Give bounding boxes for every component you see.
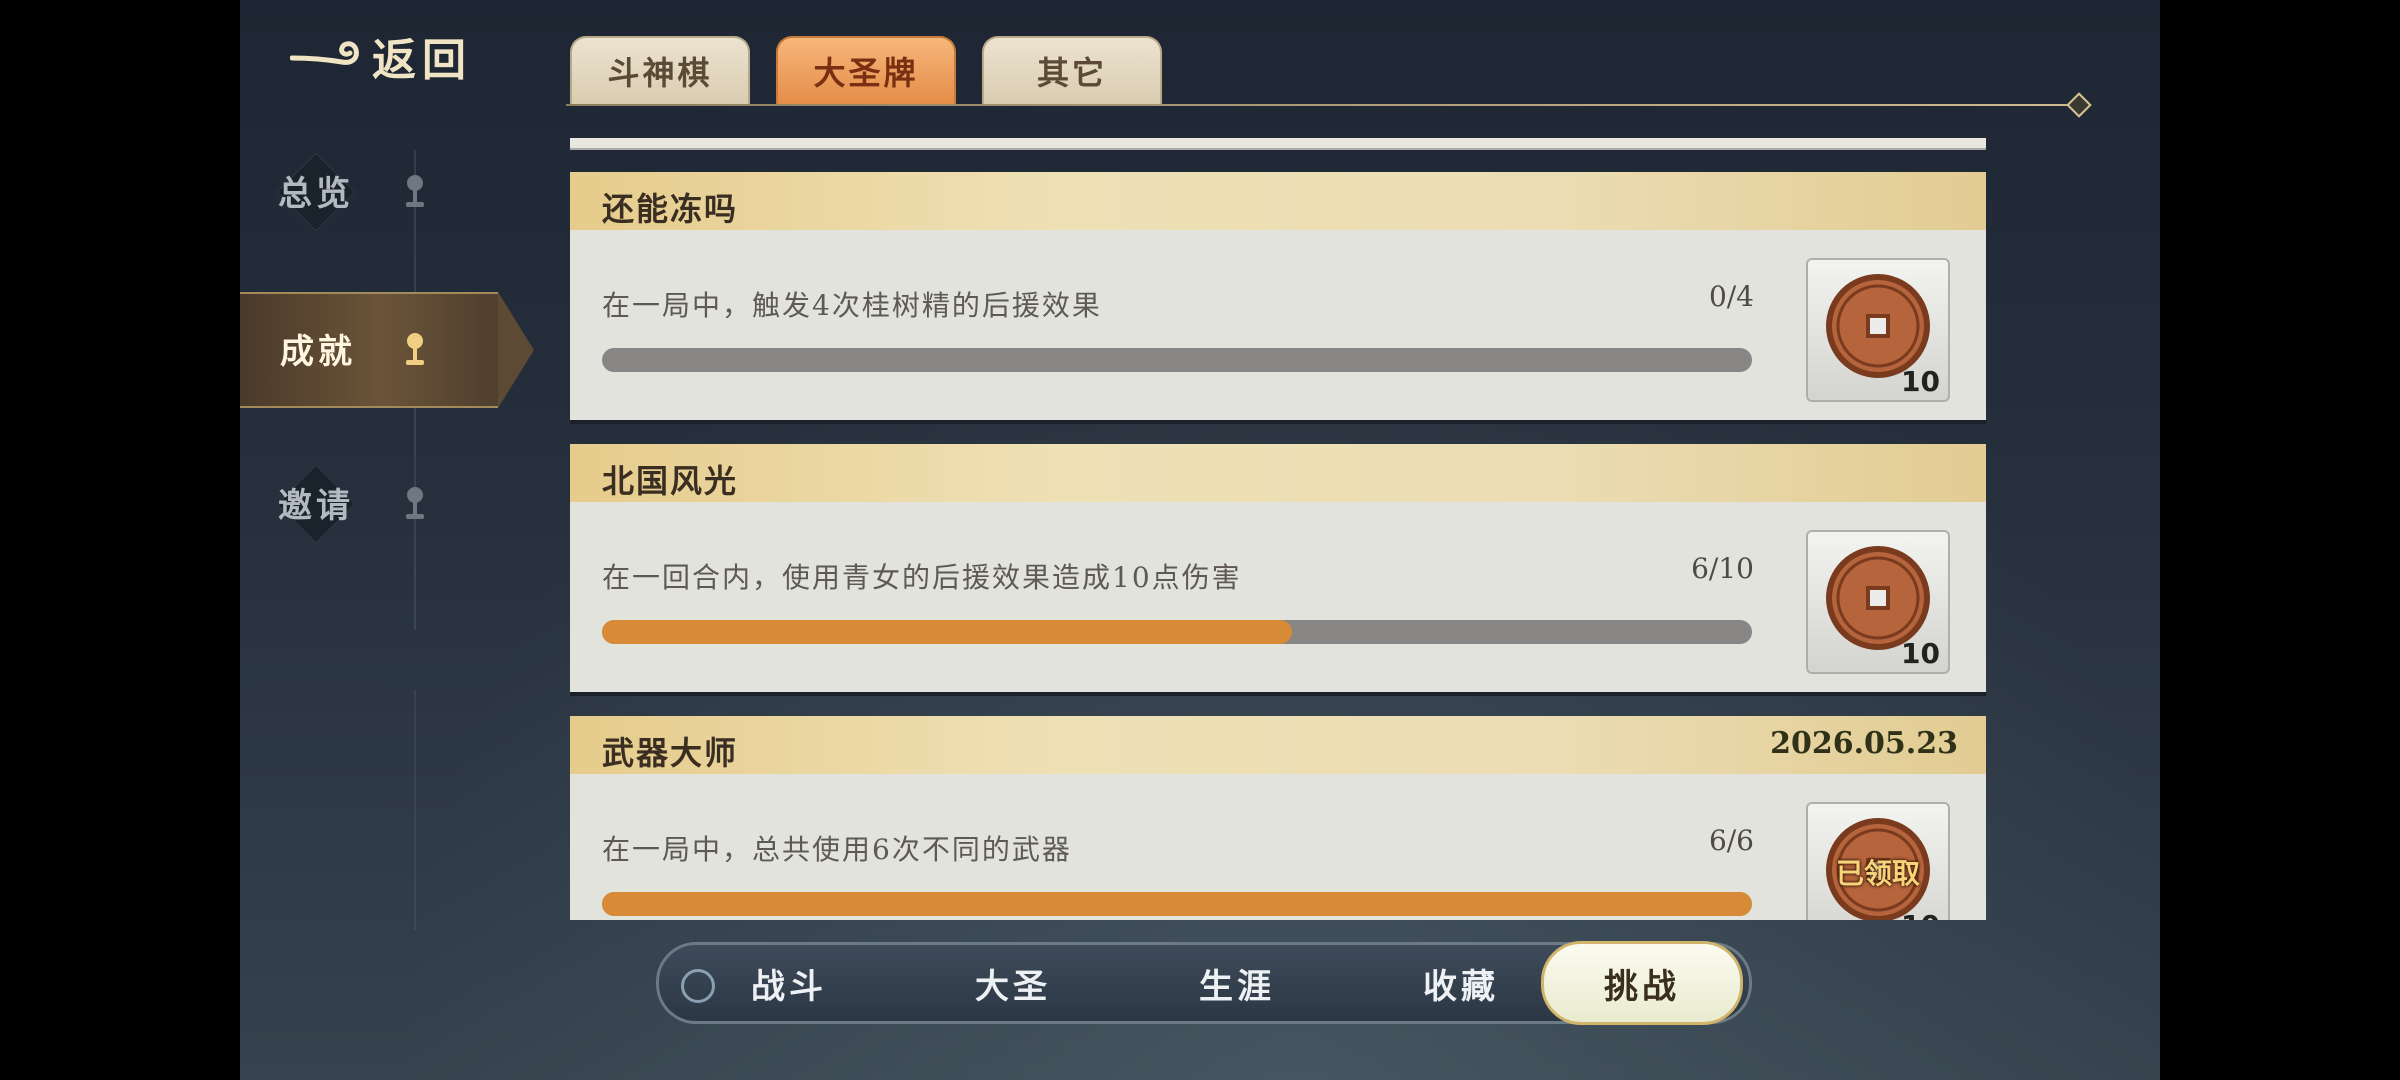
back-button[interactable]: 返回 (290, 28, 472, 86)
pin-icon (406, 487, 424, 519)
progress-bar (602, 348, 1752, 372)
progress-bar (602, 892, 1752, 916)
achievement-list[interactable]: 还能冻吗 在一局中，触发4次桂树精的后援效果 0/4 10 北国风光 在一回合内… (570, 128, 1986, 920)
achievement-description: 在一局中，总共使用6次不同的武器 (602, 833, 1072, 866)
progress-bar (602, 620, 1752, 644)
achievement-progress-text: 6/10 (1691, 552, 1754, 585)
tab-career[interactable]: 生涯 (1147, 945, 1327, 1021)
achievement-progress-text: 6/6 (1708, 824, 1754, 857)
sidenav-item-overview[interactable]: 总览 (240, 136, 480, 246)
sidenav-item-label: 成就 (280, 332, 356, 372)
sidenav-item-label: 邀请 (278, 486, 354, 526)
achievement-progress-text: 0/4 (1708, 280, 1754, 313)
back-label: 返回 (372, 35, 472, 86)
list-top-edge (570, 138, 1986, 150)
reward-quantity: 10 (1901, 365, 1940, 398)
tab-dashengpai[interactable]: 大圣牌 (776, 36, 956, 104)
reward-quantity: 10 (1901, 637, 1940, 670)
tab-battle[interactable]: 战斗 (699, 945, 879, 1021)
sidenav-item-invite[interactable]: 邀请 (240, 448, 480, 558)
card-header: 北国风光 (570, 444, 1986, 502)
tab-divider (566, 104, 2078, 106)
app-window: 返回 总览 成就 邀请 斗神棋 大圣牌 其它 还能冻吗 在一局中，触发4次桂树精… (240, 0, 2160, 1080)
pin-icon (406, 175, 424, 207)
category-tabs: 斗神棋 大圣牌 其它 (570, 36, 1162, 104)
pin-icon (406, 333, 424, 365)
achievement-title: 武器大师 (602, 734, 739, 772)
bottom-tab-bar: 战斗 大圣 生涯 收藏 挑战 (656, 941, 1752, 1025)
tab-doushenqi[interactable]: 斗神棋 (570, 36, 750, 104)
achievement-description: 在一局中，触发4次桂树精的后援效果 (602, 289, 1102, 322)
sidenav-item-label: 总览 (278, 174, 354, 214)
tab-other[interactable]: 其它 (982, 36, 1162, 104)
achievement-description: 在一回合内，使用青女的后援效果造成10点伤害 (602, 561, 1242, 594)
progress-fill (602, 892, 1752, 916)
tab-dasheng[interactable]: 大圣 (923, 945, 1103, 1021)
achievement-card: 北国风光 在一回合内，使用青女的后援效果造成10点伤害 6/10 10 (570, 444, 1986, 696)
tab-challenge[interactable]: 挑战 (1541, 941, 1743, 1025)
divider-ornament (2066, 92, 2092, 118)
reward-slot[interactable]: 10 (1806, 530, 1950, 674)
card-header: 武器大师 2026.05.23 (570, 716, 1986, 774)
achievement-card: 武器大师 2026.05.23 在一局中，总共使用6次不同的武器 6/6 已领取… (570, 716, 1986, 920)
achievement-date: 2026.05.23 (1770, 726, 1958, 761)
claimed-stamp: 已领取 (1835, 857, 1920, 890)
achievement-title: 北国风光 (602, 462, 739, 500)
progress-fill (602, 620, 1292, 644)
card-header: 还能冻吗 (570, 172, 1986, 230)
tab-collection[interactable]: 收藏 (1371, 945, 1551, 1021)
achievement-title: 还能冻吗 (602, 190, 739, 228)
reward-slot[interactable]: 已领取 10 (1806, 802, 1950, 920)
reward-quantity: 10 (1901, 909, 1940, 920)
sidenav-item-achievements[interactable]: 成就 (240, 292, 534, 408)
reward-slot[interactable]: 10 (1806, 258, 1950, 402)
swirl-arrow-icon (290, 41, 359, 65)
nav-rail-lower (414, 690, 416, 930)
achievement-card: 还能冻吗 在一局中，触发4次桂树精的后援效果 0/4 10 (570, 172, 1986, 424)
